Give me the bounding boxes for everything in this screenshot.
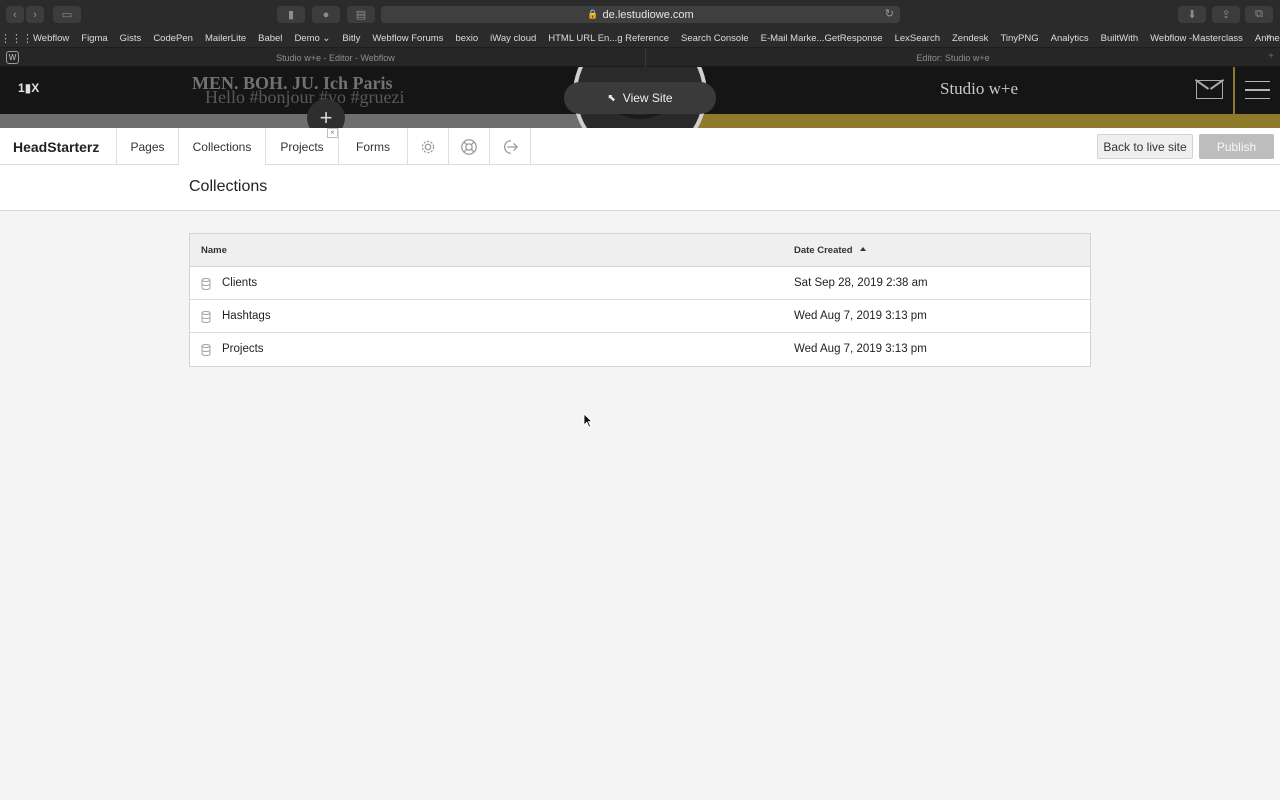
browser-tab-editor-webflow[interactable]: Studio w+e - Editor - Webflow	[26, 48, 646, 67]
privacy-icon[interactable]: ●	[312, 6, 340, 23]
sidebar-toggle-icon[interactable]: ▭	[53, 6, 81, 23]
collection-name[interactable]: Projects	[222, 343, 264, 355]
database-icon	[201, 311, 211, 323]
forward-icon[interactable]: ›	[26, 6, 44, 23]
fav-item[interactable]: Bitly	[342, 33, 360, 44]
mail-icon[interactable]	[1196, 80, 1223, 99]
publish-button[interactable]: Publish	[1199, 134, 1274, 159]
collection-date: Sat Sep 28, 2019 2:38 am	[794, 277, 928, 289]
back-to-live-site-button[interactable]: Back to live site	[1097, 134, 1193, 159]
site-logo: 1▮X	[18, 81, 40, 95]
editor-toolbar: HeadStarterz Pages Collections Projects …	[0, 128, 1280, 165]
browser-tab-editor-studio[interactable]: Editor: Studio w+e	[646, 48, 1260, 67]
fav-item[interactable]: MailerLite	[205, 33, 246, 44]
extension-icon[interactable]: ▮	[277, 6, 305, 23]
fav-item[interactable]: BuiltWith	[1101, 33, 1138, 44]
back-icon[interactable]: ‹	[6, 6, 24, 23]
tab-pages[interactable]: Pages	[117, 128, 179, 165]
settings-button[interactable]	[408, 128, 449, 165]
gear-icon	[421, 140, 435, 153]
site-preview: 1▮X MEN. BOH. JU. Ich Paris Hello #bonjo…	[0, 67, 1280, 128]
lifebuoy-icon	[461, 138, 477, 155]
site-title: Studio w+e	[940, 79, 1019, 98]
fav-item[interactable]: LexSearch	[895, 33, 940, 44]
page-header: Collections	[0, 165, 1280, 211]
fav-item[interactable]: Gists	[120, 33, 142, 44]
fav-item[interactable]: Figma	[81, 33, 107, 44]
tab-collections[interactable]: Collections	[179, 128, 266, 165]
fav-folder[interactable]: Demo ⌄	[294, 33, 330, 44]
fav-item[interactable]: TinyPNG	[1000, 33, 1038, 44]
url-text: de.lestudiowe.com	[602, 8, 694, 21]
fav-item[interactable]: Analytics	[1051, 33, 1089, 44]
downloads-icon[interactable]: ⬇	[1178, 6, 1206, 23]
fav-item[interactable]: E-Mail Marke...GetResponse	[761, 33, 883, 44]
grid-icon[interactable]: ⋮⋮⋮	[0, 32, 33, 45]
fav-item[interactable]: Webflow -Masterclass	[1150, 33, 1243, 44]
reader-icon[interactable]: ▤	[347, 6, 375, 23]
collection-name[interactable]: Hashtags	[222, 310, 271, 322]
collections-table: Name Date Created Clients Sat Sep 28, 20…	[189, 233, 1091, 367]
new-tab-icon[interactable]: +	[1268, 51, 1274, 62]
tab-forms[interactable]: Forms	[339, 128, 408, 165]
browser-titlebar: ‹ › ▭ ▮ ● ▤ 🔒 de.lestudiowe.com ↻ ⬇ ⇪ ⧉	[0, 0, 1280, 29]
column-header-name[interactable]: Name	[201, 245, 227, 256]
fav-item[interactable]: Babel	[258, 33, 282, 44]
chevron-down-icon: ⌄	[322, 32, 331, 44]
fav-item[interactable]: Webflow	[33, 33, 69, 44]
column-header-date-created[interactable]: Date Created	[794, 245, 853, 256]
fav-item[interactable]: iWay cloud	[490, 33, 536, 44]
browser-tabbar: W Studio w+e - Editor - Webflow Editor: …	[0, 48, 1280, 67]
fav-item[interactable]: Webflow Forums	[372, 33, 443, 44]
lock-icon: 🔒	[587, 9, 599, 19]
fav-item[interactable]: Zendesk	[952, 33, 988, 44]
collection-date: Wed Aug 7, 2019 3:13 pm	[794, 310, 927, 322]
favorites-bar: ⋮⋮⋮ Webflow Figma Gists CodePen MailerLi…	[0, 29, 1280, 48]
table-row[interactable]: Projects Wed Aug 7, 2019 3:13 pm	[190, 333, 1090, 366]
page-title: Collections	[189, 178, 268, 195]
sort-ascending-icon[interactable]	[860, 247, 866, 251]
table-row[interactable]: Clients Sat Sep 28, 2019 2:38 am	[190, 267, 1090, 300]
table-row[interactable]: Hashtags Wed Aug 7, 2019 3:13 pm	[190, 300, 1090, 333]
arrow-up-icon: ⬉	[607, 92, 616, 104]
site-gold-band	[690, 114, 1280, 128]
site-divider	[1233, 67, 1235, 114]
logout-button[interactable]	[490, 128, 531, 165]
table-header: Name Date Created	[190, 234, 1090, 267]
reload-icon[interactable]: ↻	[885, 7, 894, 20]
fav-item[interactable]: Search Console	[681, 33, 749, 44]
mouse-cursor-icon	[583, 413, 593, 428]
collection-date: Wed Aug 7, 2019 3:13 pm	[794, 343, 927, 355]
hamburger-menu-icon[interactable]	[1245, 81, 1270, 99]
database-icon	[201, 278, 211, 290]
logout-icon	[503, 139, 519, 154]
address-bar[interactable]: 🔒 de.lestudiowe.com ↻	[381, 6, 900, 23]
view-site-label: View Site	[622, 91, 673, 105]
fav-item[interactable]: bexio	[455, 33, 478, 44]
site-overlap-hashtags: Hello #bonjour #vo #gruezi	[205, 87, 405, 107]
more-favorites-icon[interactable]: »	[1266, 31, 1272, 43]
fav-item[interactable]: CodePen	[153, 33, 193, 44]
close-icon[interactable]: ×	[327, 128, 338, 138]
share-icon[interactable]: ⇪	[1212, 6, 1240, 23]
fav-folder-label: Demo	[294, 32, 320, 44]
tabs-overview-icon[interactable]: ⧉	[1245, 6, 1273, 23]
fav-item[interactable]: HTML URL En...g Reference	[548, 33, 669, 44]
collection-name[interactable]: Clients	[222, 277, 257, 289]
project-name: HeadStarterz	[0, 128, 117, 165]
help-button[interactable]	[449, 128, 490, 165]
view-site-button[interactable]: ⬉ View Site	[564, 82, 716, 114]
webflow-favicon-icon: W	[6, 51, 19, 64]
database-icon	[201, 344, 211, 356]
